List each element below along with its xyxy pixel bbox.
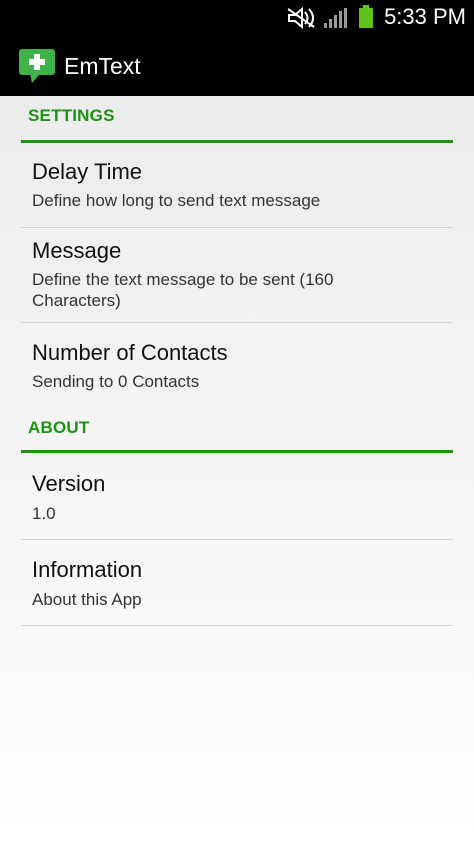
pref-number-of-contacts[interactable]: Number of Contacts Sending to 0 Contacts — [21, 323, 453, 403]
signal-icon — [324, 8, 347, 28]
category-header-about: ABOUT — [28, 418, 90, 437]
category-header-settings: SETTINGS — [28, 106, 115, 125]
no-sound-icon — [287, 7, 315, 29]
pref-message[interactable]: Message Define the text message to be se… — [21, 228, 453, 323]
app-title: EmText — [64, 53, 141, 79]
pref-title: Message — [32, 238, 122, 263]
pref-summary: Sending to 0 Contacts — [32, 372, 200, 391]
preferences-list: SETTINGS Delay Time Define how long to s… — [0, 96, 474, 842]
status-bar: 5:33 PM — [0, 0, 474, 34]
pref-summary: Define the text message to be sent (160 … — [32, 270, 334, 310]
message-plus-icon[interactable] — [18, 48, 56, 84]
pref-version[interactable]: Version 1.0 — [21, 453, 453, 540]
pref-summary: 1.0 — [32, 504, 56, 523]
pref-title: Delay Time — [32, 159, 143, 184]
action-bar: EmText — [0, 34, 474, 96]
pref-title: Version — [32, 471, 106, 496]
pref-delay-time[interactable]: Delay Time Define how long to send text … — [21, 143, 453, 228]
pref-title: Number of Contacts — [32, 340, 228, 365]
category-settings: SETTINGS — [21, 96, 453, 143]
category-about: ABOUT — [21, 406, 453, 453]
pref-summary: About this App — [32, 590, 142, 609]
battery-icon — [359, 5, 373, 28]
status-time: 5:33 PM — [384, 4, 466, 29]
pref-information[interactable]: Information About this App — [21, 540, 453, 626]
pref-title: Information — [32, 557, 143, 582]
pref-summary: Define how long to send text message — [32, 191, 321, 210]
